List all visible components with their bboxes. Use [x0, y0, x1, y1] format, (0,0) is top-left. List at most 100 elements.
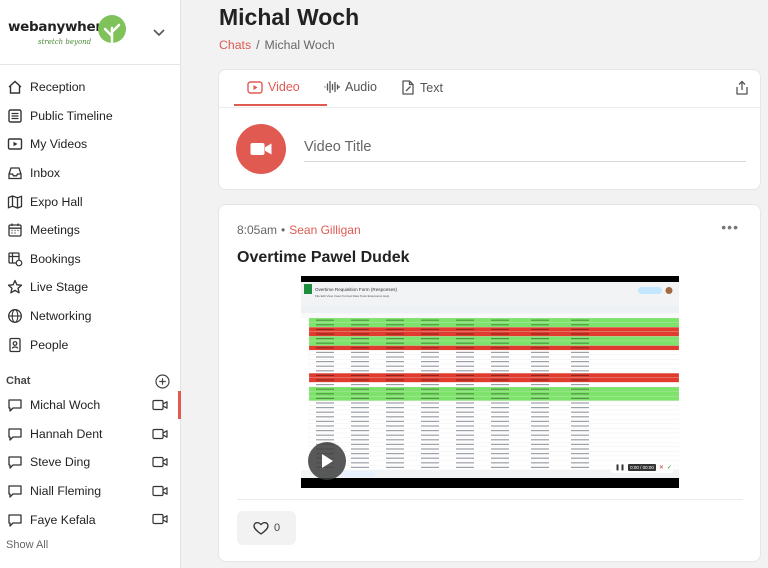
nav-label: Meetings: [30, 223, 80, 238]
nav-label: Networking: [30, 309, 92, 324]
waveform-icon: [324, 80, 340, 94]
nav-item-expo-hall[interactable]: Expo Hall: [0, 187, 181, 216]
record-video-button[interactable]: [236, 124, 286, 174]
meta-separator: •: [281, 223, 286, 237]
brand-logo[interactable]: webanywhere stretch beyond: [8, 14, 128, 54]
tab-label: Text: [420, 80, 443, 95]
video-title-input[interactable]: [304, 132, 746, 162]
player-time: 0:00 / 00:00: [628, 464, 656, 471]
nav-item-my-videos[interactable]: My Videos: [0, 130, 181, 159]
video-player[interactable]: Overtime Requisition Form (Responses) Fi…: [301, 276, 679, 488]
edit-document-icon: [402, 80, 414, 95]
tab-label: Audio: [345, 80, 377, 94]
nav-item-reception[interactable]: Reception: [0, 73, 181, 102]
leaf-logo-icon: [98, 15, 126, 54]
globe-icon: [8, 309, 22, 323]
nav-item-inbox[interactable]: Inbox: [0, 159, 181, 188]
tab-text[interactable]: Text: [401, 80, 443, 95]
breadcrumb-chats-link[interactable]: Chats: [219, 38, 251, 52]
spreadsheet-screenshot: Overtime Requisition Form (Responses) Fi…: [301, 282, 679, 478]
post-author[interactable]: Sean Gilligan: [289, 223, 360, 237]
chat-section-label: Chat: [6, 375, 31, 387]
video-call-icon[interactable]: [152, 485, 168, 497]
chat-bubble-icon: [8, 399, 22, 412]
play-icon: [322, 454, 333, 468]
nav-label: Bookings: [30, 251, 81, 266]
chat-bubble-icon: [8, 485, 22, 498]
nav-item-live-stage[interactable]: Live Stage: [0, 273, 181, 302]
chat-bubble-icon: [8, 514, 22, 527]
video-list-icon: [7, 138, 23, 151]
composer-tabs: Video Audio Text: [219, 70, 762, 108]
video-call-icon[interactable]: [152, 399, 168, 411]
nav-item-bookings[interactable]: Bookings: [0, 245, 181, 274]
chat-item-michal-woch[interactable]: Michal Woch: [0, 391, 181, 420]
chat-section-header: Chat: [6, 373, 170, 389]
nav-label: Reception: [30, 80, 86, 95]
post-title: Overtime Pawel Dudek: [237, 249, 410, 266]
chevron-down-icon[interactable]: [153, 29, 165, 37]
chat-post: 8:05am • Sean Gilligan ••• Overtime Pawe…: [218, 204, 761, 562]
close-icon[interactable]: ✕: [659, 464, 664, 471]
check-icon[interactable]: ✓: [667, 464, 672, 471]
video-call-icon[interactable]: [152, 456, 168, 468]
video-call-icon[interactable]: [152, 428, 168, 440]
nav-label: Expo Hall: [30, 194, 83, 209]
chat-bubble-icon: [8, 456, 22, 470]
share-icon[interactable]: [734, 80, 750, 96]
timeline-icon: [8, 109, 22, 123]
like-button[interactable]: 0: [237, 511, 296, 545]
show-all-link[interactable]: Show All: [6, 539, 48, 551]
video-camera-icon: [250, 143, 272, 155]
breadcrumb-current: Michal Woch: [264, 38, 335, 52]
star-icon: [7, 280, 23, 294]
calendar-icon: [8, 223, 22, 237]
tab-label: Video: [268, 80, 300, 94]
heart-icon: [253, 522, 269, 535]
message-composer: Video Audio Text: [218, 69, 762, 190]
main-nav: Reception Public Timeline My Videos Inbo…: [0, 73, 181, 359]
video-call-icon[interactable]: [152, 513, 168, 525]
post-meta: 8:05am • Sean Gilligan: [237, 223, 361, 237]
like-count: 0: [273, 522, 281, 534]
player-controls: ❚❚ 0:00 / 00:00 ✕ ✓: [611, 462, 673, 473]
chat-bubble-icon: [8, 428, 22, 441]
more-options-icon[interactable]: •••: [721, 219, 739, 235]
nav-item-meetings[interactable]: Meetings: [0, 216, 181, 245]
chat-item-hannah-dent[interactable]: Hannah Dent: [0, 420, 181, 449]
nav-label: People: [30, 337, 69, 352]
post-time: 8:05am: [237, 223, 278, 237]
inbox-icon: [8, 167, 22, 180]
tab-video[interactable]: Video: [247, 80, 300, 94]
nav-item-public-timeline[interactable]: Public Timeline: [0, 102, 181, 131]
divider: [0, 64, 181, 65]
nav-label: Public Timeline: [30, 108, 113, 123]
breadcrumb-separator: /: [256, 38, 260, 52]
home-icon: [8, 80, 22, 94]
play-video-icon: [247, 80, 263, 94]
chat-item-faye-kefala[interactable]: Faye Kefala: [0, 505, 181, 534]
nav-item-people[interactable]: People: [0, 330, 181, 359]
active-tab-indicator: [234, 104, 327, 106]
breadcrumb: Chats / Michal Woch: [219, 38, 335, 52]
play-button[interactable]: [308, 442, 346, 480]
badge-icon: [9, 337, 21, 352]
map-icon: [7, 194, 23, 209]
nav-label: My Videos: [30, 137, 88, 152]
brand-tagline: stretch beyond: [38, 38, 92, 46]
nav-label: Live Stage: [30, 280, 89, 295]
tab-audio[interactable]: Audio: [324, 80, 377, 94]
sheet-title: Overtime Requisition Form (Responses): [315, 287, 397, 292]
sidebar: webanywhere stretch beyond Reception Pub…: [0, 0, 181, 568]
pause-icon[interactable]: ❚❚: [615, 464, 625, 471]
chat-item-steve-ding[interactable]: Steve Ding: [0, 448, 181, 477]
bookings-icon: [8, 252, 23, 267]
divider: [237, 499, 743, 500]
chat-list: Michal Woch Hannah Dent Steve Ding Niall…: [0, 391, 181, 534]
page-title: Michal Woch: [219, 4, 360, 30]
add-chat-icon[interactable]: [155, 373, 170, 389]
chat-item-niall-fleming[interactable]: Niall Fleming: [0, 477, 181, 506]
nav-label: Inbox: [30, 166, 61, 181]
svg-text:File Edit View Insert Form: File Edit View Insert Format Data Tools …: [315, 294, 390, 298]
nav-item-networking[interactable]: Networking: [0, 302, 181, 331]
